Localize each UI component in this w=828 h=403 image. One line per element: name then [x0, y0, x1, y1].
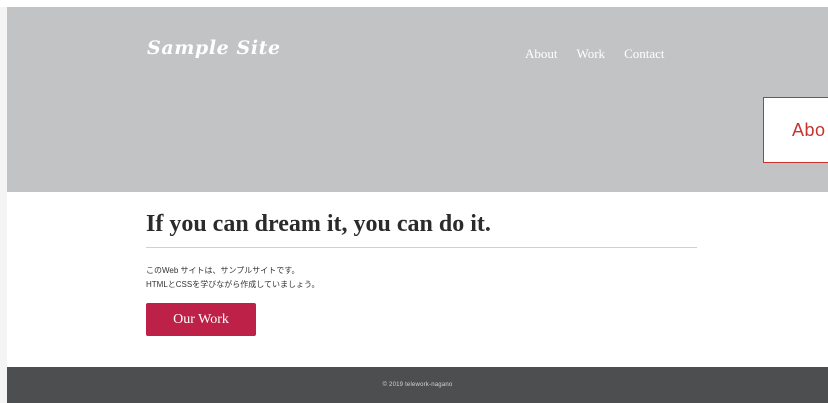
page-headline: If you can dream it, you can do it. — [146, 211, 491, 237]
nav-item-work: Work — [577, 45, 606, 63]
lead-line-1: このWeb サイトは、サンプルサイトです。 — [146, 266, 300, 275]
nav-item-about: About — [525, 45, 558, 63]
nav-link-contact[interactable]: Contact — [624, 46, 664, 61]
copyright-text: © 2019 telework-nagano — [382, 382, 453, 388]
page: Sample Site About Work Contact Abo If yo… — [0, 0, 828, 403]
left-edge — [0, 7, 7, 403]
main-nav: About Work Contact — [525, 45, 665, 63]
site-footer: © 2019 telework-nagano — [7, 367, 828, 403]
headline-divider — [146, 247, 697, 248]
main-section: If you can dream it, you can do it. このWe… — [7, 192, 828, 367]
about-box-label: Abo — [792, 119, 826, 140]
top-strip — [0, 0, 828, 7]
nav-item-contact: Contact — [624, 45, 664, 63]
site-logo[interactable]: Sample Site — [147, 37, 281, 59]
nav-link-work[interactable]: Work — [577, 46, 606, 61]
lead-text: このWeb サイトは、サンプルサイトです。 HTMLとCSSを学びながら作成して… — [146, 264, 320, 292]
nav-link-about[interactable]: About — [525, 46, 558, 61]
lead-line-2: HTMLとCSSを学びながら作成していましょう。 — [146, 280, 320, 289]
about-section-box: Abo — [763, 97, 828, 163]
hero-header: Sample Site About Work Contact Abo — [7, 7, 828, 192]
our-work-button[interactable]: Our Work — [146, 303, 256, 336]
